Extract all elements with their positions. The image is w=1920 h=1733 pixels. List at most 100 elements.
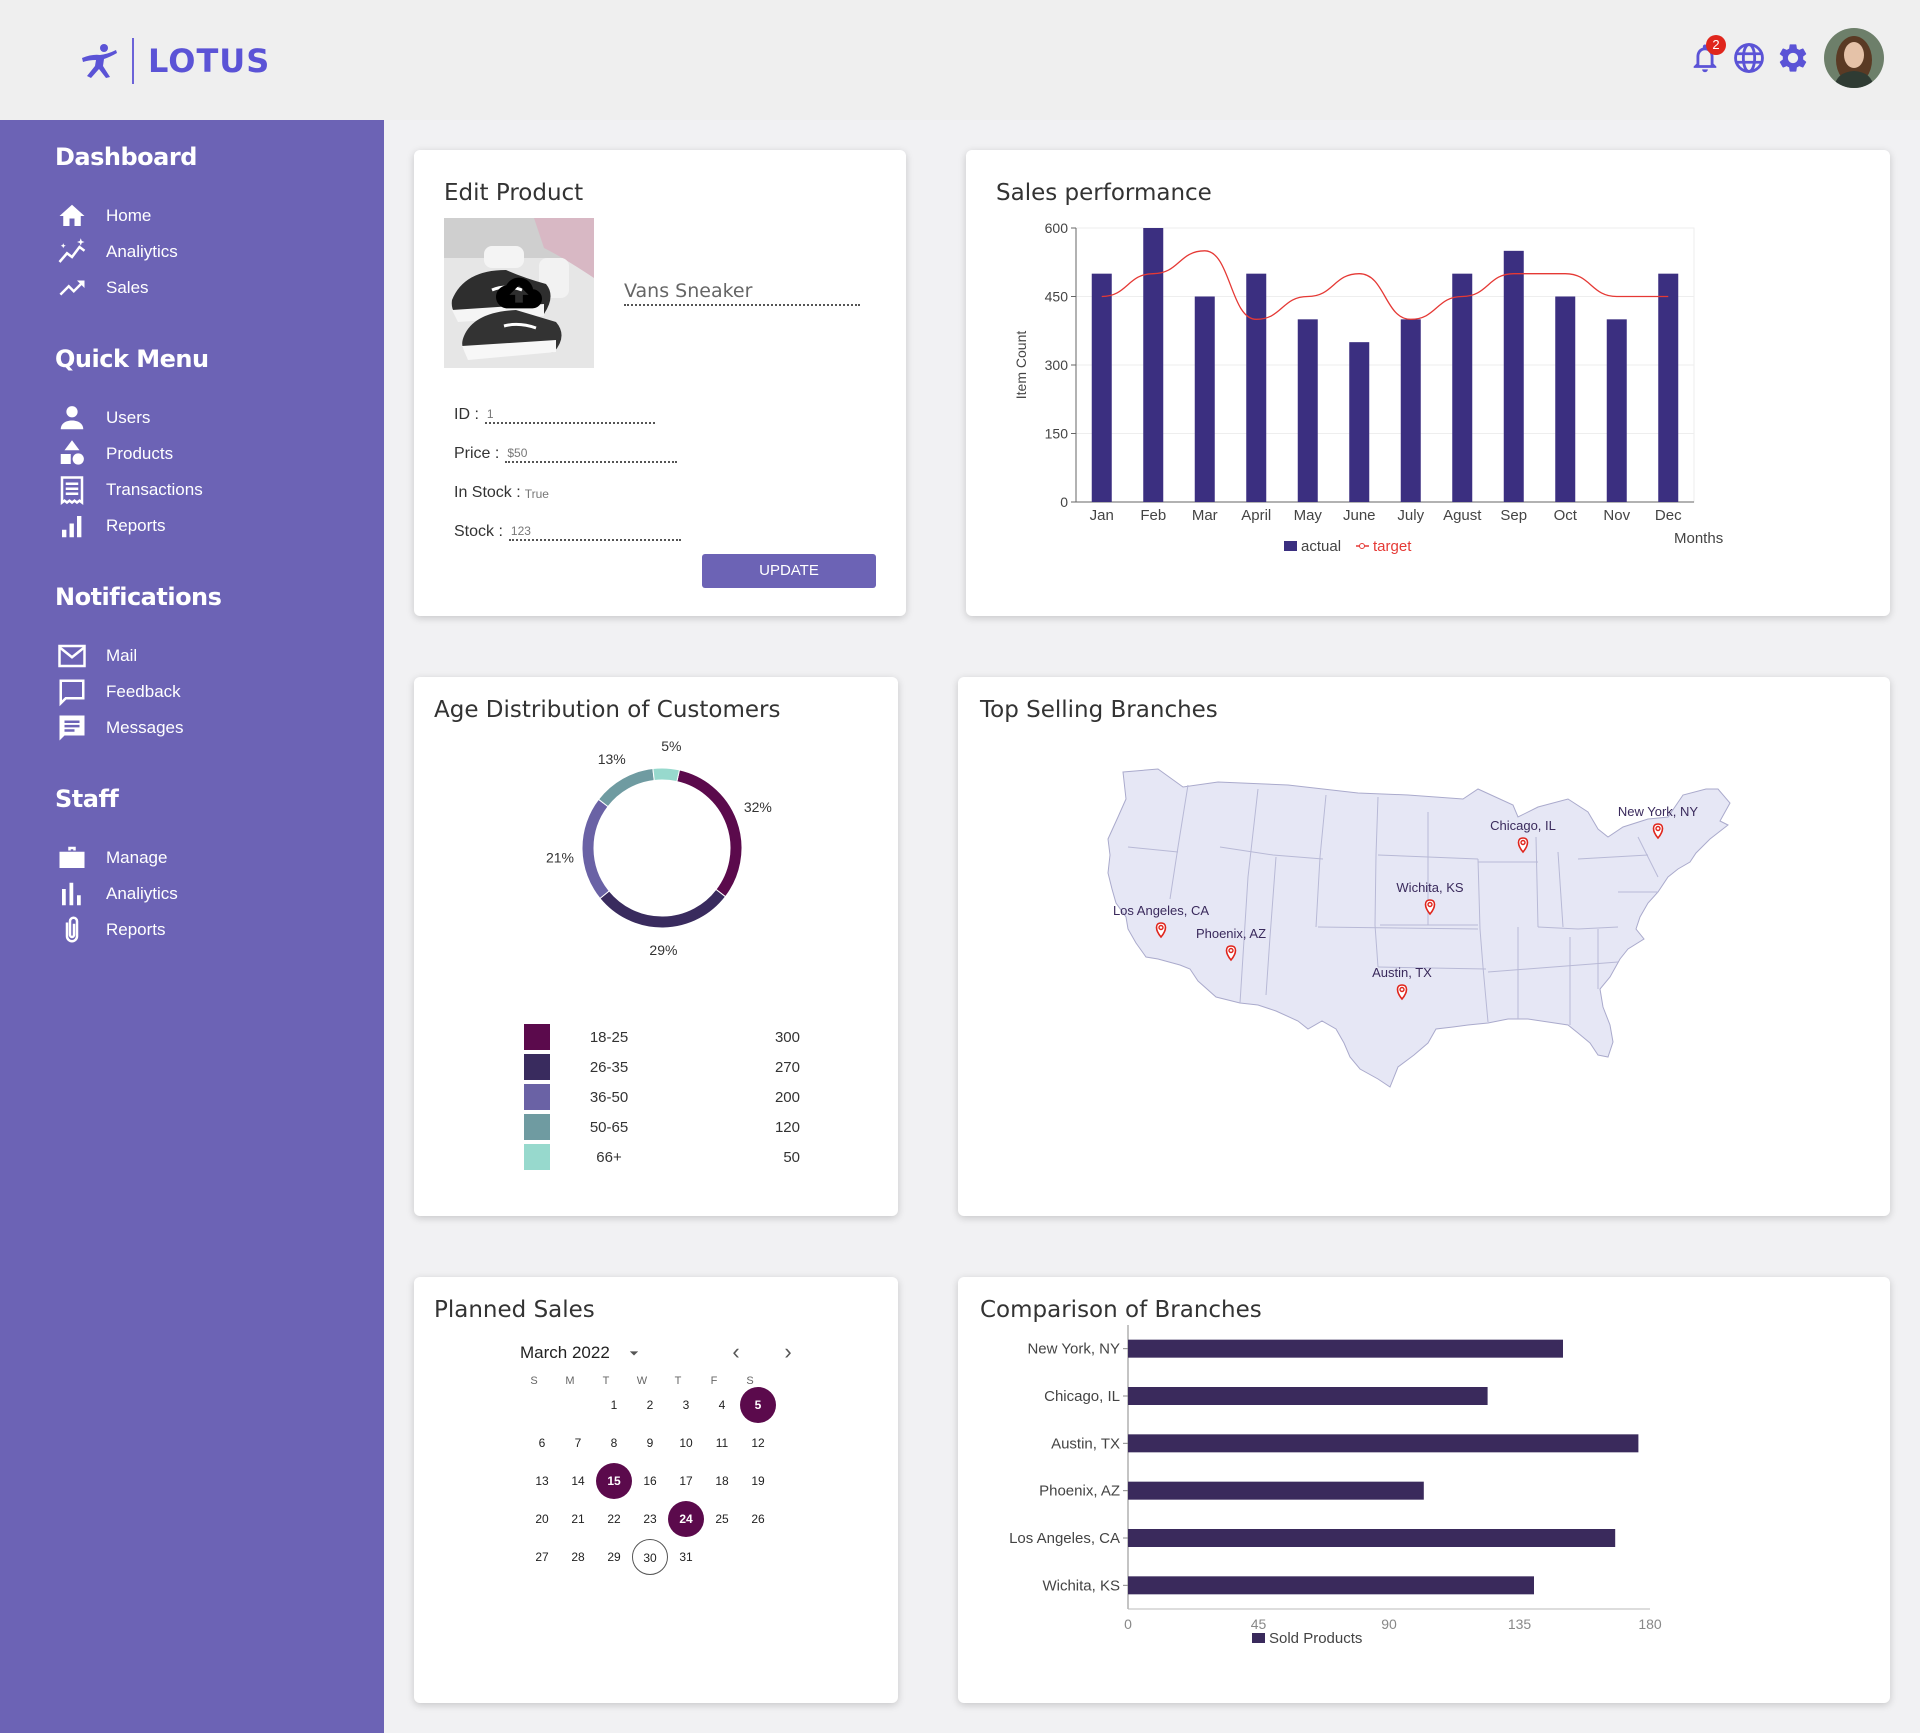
product-image-upload[interactable]	[444, 218, 594, 368]
bar-actual	[1349, 342, 1370, 502]
previous-month-button[interactable]: ‹	[724, 1341, 748, 1365]
calendar-day[interactable]: 28	[560, 1539, 596, 1575]
calendar-day[interactable]: 8	[596, 1425, 632, 1461]
sidebar-item-staff-analytics[interactable]: Analiytics	[55, 877, 178, 911]
sidebar-item-sales[interactable]: Sales	[55, 271, 149, 305]
calendar-day[interactable]: 16	[632, 1463, 668, 1499]
sidebar-item-home[interactable]: Home	[55, 199, 151, 233]
sidebar-item-messages[interactable]: Messages	[55, 711, 183, 745]
globe-icon	[1734, 43, 1764, 73]
sidebar-item-label: Reports	[106, 516, 166, 535]
donut-slice	[581, 798, 610, 900]
calendar-day[interactable]: 4	[704, 1387, 740, 1423]
bar-actual	[1606, 319, 1627, 502]
calendar-day[interactable]: 10	[668, 1425, 704, 1461]
chevron-left-icon: ‹	[732, 1339, 740, 1364]
calendar-day[interactable]: 22	[596, 1501, 632, 1537]
calendar-day[interactable]: 5	[740, 1387, 776, 1423]
month-selector[interactable]: March 2022	[520, 1343, 644, 1363]
paperclip-icon	[65, 916, 79, 943]
sidebar-section-notifications: Notifications	[55, 583, 222, 611]
upload-cloud-icon[interactable]	[496, 270, 542, 316]
calendar-day[interactable]: 24	[668, 1501, 704, 1537]
x-tick-label: 180	[1638, 1616, 1662, 1632]
sidebar-item-products[interactable]: Products	[55, 437, 173, 471]
calendar-day[interactable]: 21	[560, 1501, 596, 1537]
calendar-day[interactable]: 17	[668, 1463, 704, 1499]
x-tick-label: June	[1343, 507, 1376, 524]
language-button[interactable]	[1732, 41, 1766, 75]
calendar-day[interactable]: 11	[704, 1425, 740, 1461]
y-tick-label: 600	[1045, 220, 1069, 236]
calendar-day[interactable]: 12	[740, 1425, 776, 1461]
age-distribution-card: Age Distribution of Customers 32% 29% 21% 1…	[414, 677, 898, 1216]
sales-performance-chart: 0 150 300 450 600 Jan Feb Mar April May June July Ag…	[1013, 220, 1723, 555]
price-input[interactable]: $50	[505, 446, 678, 463]
logo[interactable]: LOTUS	[78, 38, 270, 84]
calendar-day[interactable]: 6	[524, 1425, 560, 1461]
in-stock-value[interactable]: True	[523, 487, 549, 502]
calendar-day[interactable]: 30	[632, 1539, 668, 1575]
lotus-logo-icon	[82, 44, 117, 78]
calendar-day[interactable]: 29	[596, 1539, 632, 1575]
calendar-day[interactable]: 25	[704, 1501, 740, 1537]
calendar-day[interactable]: 19	[740, 1463, 776, 1499]
bar-actual	[1452, 273, 1473, 502]
legend-row: 26-35 270	[524, 1054, 800, 1080]
bar-actual	[1143, 228, 1164, 502]
sidebar-item-reports[interactable]: Reports	[55, 509, 166, 543]
calendar-day[interactable]: 20	[524, 1501, 560, 1537]
user-avatar[interactable]	[1824, 28, 1884, 88]
briefcase-icon	[59, 846, 85, 868]
calendar-day[interactable]: 13	[524, 1463, 560, 1499]
calendar-day[interactable]: 7	[560, 1425, 596, 1461]
x-tick-label: 90	[1381, 1616, 1397, 1632]
calendar-day[interactable]: 1	[596, 1387, 632, 1423]
sidebar-item-label: Manage	[106, 848, 168, 867]
sidebar-section-quick-menu: Quick Menu	[55, 345, 209, 373]
sidebar-item-manage[interactable]: Manage	[55, 841, 167, 875]
product-name-input[interactable]: Vans Sneaker	[624, 280, 860, 306]
calendar-day[interactable]: 26	[740, 1501, 776, 1537]
stock-input[interactable]: 123	[508, 524, 681, 541]
calendar-day[interactable]: 18	[704, 1463, 740, 1499]
bar-actual	[1091, 273, 1112, 502]
update-button[interactable]: UPDATE	[702, 554, 876, 588]
sidebar: Dashboard Home Analiytics Sales Quick Me…	[0, 120, 384, 1733]
calendar-day[interactable]: 27	[524, 1539, 560, 1575]
sidebar-item-staff-reports[interactable]: Reports	[55, 913, 166, 947]
receipt-icon	[60, 476, 84, 505]
legend-label: Sold Products	[1269, 1630, 1362, 1647]
field-label: ID :	[454, 406, 479, 423]
sidebar-item-label: Users	[106, 408, 151, 427]
calendar-day[interactable]: 9	[632, 1425, 668, 1461]
donut-slice	[597, 767, 655, 808]
slice-label: 32%	[744, 799, 772, 815]
calendar-day[interactable]: 14	[560, 1463, 596, 1499]
x-tick-label: Feb	[1140, 507, 1166, 524]
x-tick-label: Dec	[1655, 507, 1682, 524]
calendar-day[interactable]: 15	[596, 1463, 632, 1499]
sidebar-item-label: Products	[106, 444, 174, 463]
notifications-button[interactable]: 2	[1688, 35, 1726, 75]
sidebar-item-analytics[interactable]: Analiytics	[55, 235, 178, 269]
trending-icon	[59, 280, 85, 296]
sidebar-item-transactions[interactable]: Transactions	[55, 473, 203, 507]
calendar-day[interactable]: 23	[632, 1501, 668, 1537]
id-input[interactable]: 1	[484, 407, 655, 424]
field-stock: Stock : 123	[454, 523, 681, 541]
calendar-day[interactable]: 2	[632, 1387, 668, 1423]
legend-row: 50-65 120	[524, 1114, 800, 1140]
sidebar-item-users[interactable]: Users	[55, 401, 150, 435]
next-month-button[interactable]: ›	[776, 1341, 800, 1365]
calendar-day[interactable]: 31	[668, 1539, 704, 1575]
analytics-bars-icon	[62, 882, 81, 906]
branch-label: Austin, TX	[1372, 965, 1432, 980]
shapes-icon	[60, 440, 84, 465]
sidebar-item-mail[interactable]: Mail	[55, 639, 137, 673]
sidebar-item-feedback[interactable]: Feedback	[55, 675, 181, 709]
legend-value: 50	[783, 1148, 800, 1166]
calendar-day[interactable]: 3	[668, 1387, 704, 1423]
bar-actual	[1246, 273, 1267, 502]
settings-button[interactable]	[1776, 41, 1810, 75]
